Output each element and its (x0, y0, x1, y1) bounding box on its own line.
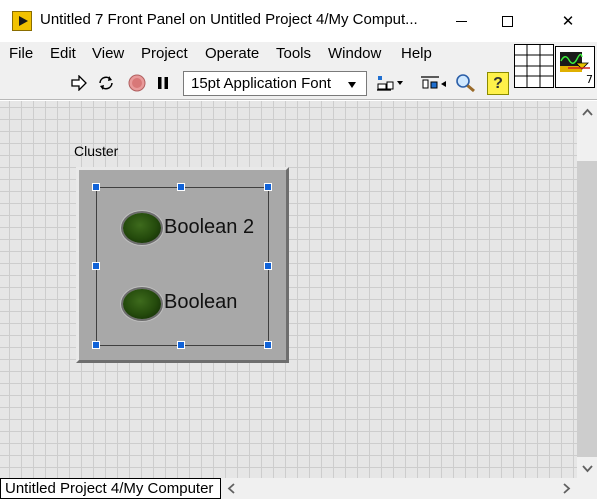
resize-handle-top-left[interactable] (92, 183, 100, 191)
menu-view[interactable]: View (92, 45, 124, 62)
minimize-icon (455, 20, 467, 22)
resize-handle-top-right[interactable] (264, 183, 272, 191)
resize-handle-bottom-right[interactable] (264, 341, 272, 349)
pause-icon (158, 77, 168, 89)
boolean-2-led[interactable] (123, 213, 161, 243)
run-continuously-icon (99, 76, 113, 90)
boolean-2-label[interactable]: Boolean 2 (164, 216, 254, 239)
abort-button[interactable] (126, 73, 148, 93)
resize-handle-bottom-left[interactable] (92, 341, 100, 349)
distribute-objects-icon (421, 76, 446, 89)
menu-edit[interactable]: Edit (50, 45, 76, 62)
close-icon: ✕ (561, 12, 575, 30)
pause-button[interactable] (154, 73, 172, 93)
run-button[interactable] (69, 73, 89, 93)
distribute-objects-button[interactable] (419, 73, 449, 93)
maximize-button[interactable] (484, 0, 530, 42)
vi-icon[interactable]: 7 (555, 46, 595, 88)
search-button[interactable] (453, 73, 477, 93)
align-objects-button[interactable] (375, 73, 407, 93)
close-button[interactable]: ✕ (545, 0, 591, 42)
menu-help[interactable]: Help (401, 45, 432, 62)
vertical-scroll-thumb[interactable] (577, 161, 597, 457)
resize-handle-top[interactable] (177, 183, 185, 191)
boolean-label[interactable]: Boolean (164, 291, 237, 314)
context-help-button[interactable]: ? (487, 72, 509, 95)
align-objects-icon (377, 76, 403, 91)
maximize-icon (501, 15, 513, 27)
resize-handle-left[interactable] (92, 262, 100, 270)
chevron-down-icon (348, 82, 356, 88)
cluster-label[interactable]: Cluster (74, 143, 118, 159)
boolean-led[interactable] (123, 289, 161, 319)
menu-project[interactable]: Project (141, 45, 188, 62)
menu-window[interactable]: Window (328, 45, 381, 62)
toolbar: 15pt Application Font ? (0, 66, 597, 100)
menu-tools[interactable]: Tools (276, 45, 311, 62)
vi-icon-number: 7 (586, 73, 593, 86)
run-arrow-icon (71, 75, 87, 91)
run-continuously-button[interactable] (95, 73, 117, 93)
resize-handle-bottom[interactable] (177, 341, 185, 349)
scroll-right-arrow-icon[interactable] (563, 483, 571, 497)
text-settings-dropdown[interactable]: 15pt Application Font (183, 71, 367, 96)
title-bar: Untitled 7 Front Panel on Untitled Proje… (0, 0, 597, 42)
connector-pane[interactable] (514, 44, 554, 88)
scroll-up-arrow-icon[interactable] (582, 105, 593, 119)
resize-handle-right[interactable] (264, 262, 272, 270)
labview-app-icon[interactable] (12, 11, 32, 31)
menu-bar: File Edit View Project Operate Tools Win… (0, 42, 597, 66)
minimize-button[interactable] (438, 0, 484, 42)
abort-execution-icon (128, 74, 146, 92)
project-context-label: Untitled Project 4/My Computer (0, 478, 221, 499)
selection-rectangle (96, 187, 269, 346)
horizontal-scrollbar[interactable] (221, 478, 597, 499)
connector-pane-icon (515, 45, 553, 87)
window-title: Untitled 7 Front Panel on Untitled Proje… (40, 11, 418, 28)
scroll-down-arrow-icon[interactable] (582, 462, 593, 476)
font-setting-value: 15pt Application Font (191, 75, 332, 92)
scroll-left-arrow-icon[interactable] (227, 483, 235, 497)
menu-operate[interactable]: Operate (205, 45, 259, 62)
menu-file[interactable]: File (9, 45, 33, 62)
search-icon (456, 74, 475, 93)
context-help-icon: ? (493, 74, 503, 92)
